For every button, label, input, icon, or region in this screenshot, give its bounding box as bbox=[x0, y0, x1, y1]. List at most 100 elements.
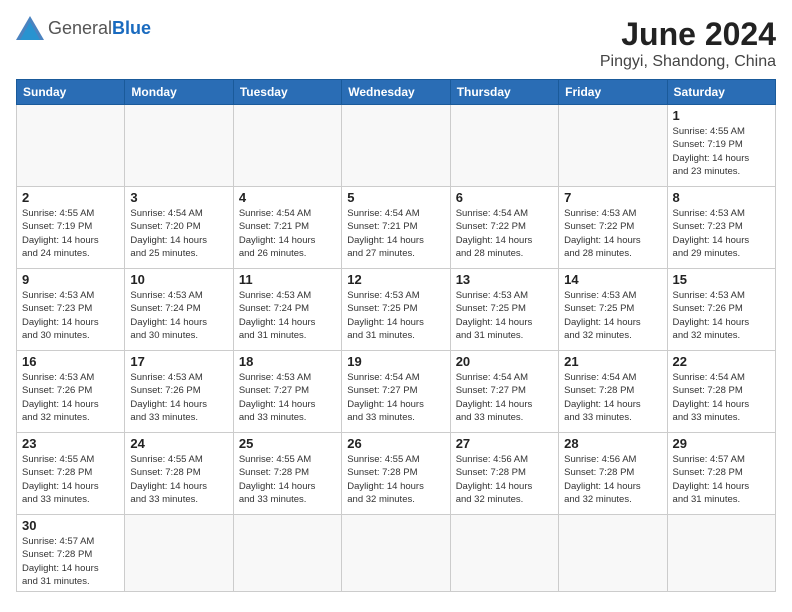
calendar-day bbox=[450, 515, 558, 592]
day-info: Sunrise: 4:55 AM Sunset: 7:28 PM Dayligh… bbox=[130, 453, 227, 506]
calendar-day bbox=[125, 105, 233, 187]
col-thursday: Thursday bbox=[450, 80, 558, 105]
calendar-day: 20 Sunrise: 4:54 AM Sunset: 7:27 PM Dayli… bbox=[450, 351, 558, 433]
calendar-subtitle: Pingyi, Shandong, China bbox=[600, 53, 776, 71]
day-info: Sunrise: 4:55 AM Sunset: 7:28 PM Dayligh… bbox=[22, 453, 119, 506]
calendar-day bbox=[342, 105, 450, 187]
calendar-day: 2 Sunrise: 4:55 AM Sunset: 7:19 PM Daylig… bbox=[17, 187, 125, 269]
calendar-day: 1Sunrise: 4:55 AM Sunset: 7:19 PM Daylig… bbox=[667, 105, 775, 187]
calendar-day: 9Sunrise: 4:53 AM Sunset: 7:23 PM Daylig… bbox=[17, 269, 125, 351]
day-number: 30 bbox=[22, 518, 119, 533]
calendar-day: 24 Sunrise: 4:55 AM Sunset: 7:28 PM Dayli… bbox=[125, 433, 233, 515]
day-info: Sunrise: 4:55 AM Sunset: 7:19 PM Dayligh… bbox=[22, 207, 119, 260]
col-saturday: Saturday bbox=[667, 80, 775, 105]
calendar-day: 15 Sunrise: 4:53 AM Sunset: 7:26 PM Dayli… bbox=[667, 269, 775, 351]
calendar-day: 7Sunrise: 4:53 AM Sunset: 7:22 PM Daylig… bbox=[559, 187, 667, 269]
calendar-day bbox=[233, 105, 341, 187]
calendar-day: 22 Sunrise: 4:54 AM Sunset: 7:28 PM Dayli… bbox=[667, 351, 775, 433]
day-number: 10 bbox=[130, 272, 227, 287]
day-info: Sunrise: 4:53 AM Sunset: 7:24 PM Dayligh… bbox=[239, 289, 336, 342]
logo-icon bbox=[16, 16, 44, 40]
day-info: Sunrise: 4:57 AM Sunset: 7:28 PM Dayligh… bbox=[22, 535, 119, 588]
day-number: 2 bbox=[22, 190, 119, 205]
day-number: 1 bbox=[673, 108, 770, 123]
calendar-day: 8Sunrise: 4:53 AM Sunset: 7:23 PM Daylig… bbox=[667, 187, 775, 269]
calendar-day bbox=[559, 515, 667, 592]
logo-text: GeneralBlue bbox=[48, 19, 151, 37]
calendar-day: 17 Sunrise: 4:53 AM Sunset: 7:26 PM Dayli… bbox=[125, 351, 233, 433]
day-info: Sunrise: 4:53 AM Sunset: 7:27 PM Dayligh… bbox=[239, 371, 336, 424]
calendar-day: 6 Sunrise: 4:54 AM Sunset: 7:22 PM Daylig… bbox=[450, 187, 558, 269]
day-number: 3 bbox=[130, 190, 227, 205]
day-number: 12 bbox=[347, 272, 444, 287]
day-number: 6 bbox=[456, 190, 553, 205]
day-info: Sunrise: 4:53 AM Sunset: 7:26 PM Dayligh… bbox=[673, 289, 770, 342]
logo: GeneralBlue bbox=[16, 16, 151, 40]
col-wednesday: Wednesday bbox=[342, 80, 450, 105]
day-number: 20 bbox=[456, 354, 553, 369]
day-info: Sunrise: 4:53 AM Sunset: 7:23 PM Dayligh… bbox=[673, 207, 770, 260]
day-number: 13 bbox=[456, 272, 553, 287]
calendar-day: 28Sunrise: 4:56 AM Sunset: 7:28 PM Dayli… bbox=[559, 433, 667, 515]
week-row-3: 16 Sunrise: 4:53 AM Sunset: 7:26 PM Dayli… bbox=[17, 351, 776, 433]
day-info: Sunrise: 4:53 AM Sunset: 7:25 PM Dayligh… bbox=[456, 289, 553, 342]
day-number: 5 bbox=[347, 190, 444, 205]
day-info: Sunrise: 4:55 AM Sunset: 7:28 PM Dayligh… bbox=[347, 453, 444, 506]
calendar-day: 30 Sunrise: 4:57 AM Sunset: 7:28 PM Dayli… bbox=[17, 515, 125, 592]
col-monday: Monday bbox=[125, 80, 233, 105]
day-number: 16 bbox=[22, 354, 119, 369]
calendar-day: 3 Sunrise: 4:54 AM Sunset: 7:20 PM Daylig… bbox=[125, 187, 233, 269]
week-row-2: 9Sunrise: 4:53 AM Sunset: 7:23 PM Daylig… bbox=[17, 269, 776, 351]
day-number: 29 bbox=[673, 436, 770, 451]
calendar-day: 10 Sunrise: 4:53 AM Sunset: 7:24 PM Dayli… bbox=[125, 269, 233, 351]
day-number: 19 bbox=[347, 354, 444, 369]
calendar-day: 25Sunrise: 4:55 AM Sunset: 7:28 PM Dayli… bbox=[233, 433, 341, 515]
day-number: 24 bbox=[130, 436, 227, 451]
day-info: Sunrise: 4:54 AM Sunset: 7:20 PM Dayligh… bbox=[130, 207, 227, 260]
day-number: 18 bbox=[239, 354, 336, 369]
calendar-day bbox=[342, 515, 450, 592]
day-info: Sunrise: 4:53 AM Sunset: 7:26 PM Dayligh… bbox=[130, 371, 227, 424]
calendar-table: Sunday Monday Tuesday Wednesday Thursday… bbox=[16, 79, 776, 592]
calendar-day: 27Sunrise: 4:56 AM Sunset: 7:28 PM Dayli… bbox=[450, 433, 558, 515]
title-block: June 2024 Pingyi, Shandong, China bbox=[600, 16, 776, 71]
week-row-5: 30 Sunrise: 4:57 AM Sunset: 7:28 PM Dayli… bbox=[17, 515, 776, 592]
col-tuesday: Tuesday bbox=[233, 80, 341, 105]
calendar-day: 11 Sunrise: 4:53 AM Sunset: 7:24 PM Dayli… bbox=[233, 269, 341, 351]
calendar-day bbox=[559, 105, 667, 187]
day-info: Sunrise: 4:53 AM Sunset: 7:25 PM Dayligh… bbox=[347, 289, 444, 342]
day-info: Sunrise: 4:53 AM Sunset: 7:24 PM Dayligh… bbox=[130, 289, 227, 342]
calendar-day: 29 Sunrise: 4:57 AM Sunset: 7:28 PM Dayli… bbox=[667, 433, 775, 515]
day-info: Sunrise: 4:54 AM Sunset: 7:27 PM Dayligh… bbox=[347, 371, 444, 424]
calendar-day: 4Sunrise: 4:54 AM Sunset: 7:21 PM Daylig… bbox=[233, 187, 341, 269]
day-info: Sunrise: 4:54 AM Sunset: 7:22 PM Dayligh… bbox=[456, 207, 553, 260]
calendar-day: 16 Sunrise: 4:53 AM Sunset: 7:26 PM Dayli… bbox=[17, 351, 125, 433]
logo-general: General bbox=[48, 18, 112, 38]
day-info: Sunrise: 4:54 AM Sunset: 7:28 PM Dayligh… bbox=[673, 371, 770, 424]
day-number: 27 bbox=[456, 436, 553, 451]
logo-blue: Blue bbox=[112, 18, 151, 38]
day-number: 7 bbox=[564, 190, 661, 205]
day-number: 22 bbox=[673, 354, 770, 369]
day-info: Sunrise: 4:53 AM Sunset: 7:25 PM Dayligh… bbox=[564, 289, 661, 342]
day-info: Sunrise: 4:54 AM Sunset: 7:21 PM Dayligh… bbox=[239, 207, 336, 260]
calendar-day bbox=[667, 515, 775, 592]
calendar-day bbox=[450, 105, 558, 187]
day-number: 23 bbox=[22, 436, 119, 451]
day-info: Sunrise: 4:57 AM Sunset: 7:28 PM Dayligh… bbox=[673, 453, 770, 506]
week-row-4: 23 Sunrise: 4:55 AM Sunset: 7:28 PM Dayli… bbox=[17, 433, 776, 515]
calendar-day: 21Sunrise: 4:54 AM Sunset: 7:28 PM Dayli… bbox=[559, 351, 667, 433]
calendar-day: 23 Sunrise: 4:55 AM Sunset: 7:28 PM Dayli… bbox=[17, 433, 125, 515]
day-number: 15 bbox=[673, 272, 770, 287]
calendar-day: 5Sunrise: 4:54 AM Sunset: 7:21 PM Daylig… bbox=[342, 187, 450, 269]
day-number: 17 bbox=[130, 354, 227, 369]
week-row-1: 2 Sunrise: 4:55 AM Sunset: 7:19 PM Daylig… bbox=[17, 187, 776, 269]
day-info: Sunrise: 4:53 AM Sunset: 7:23 PM Dayligh… bbox=[22, 289, 119, 342]
day-number: 11 bbox=[239, 272, 336, 287]
day-info: Sunrise: 4:53 AM Sunset: 7:26 PM Dayligh… bbox=[22, 371, 119, 424]
week-row-0: 1Sunrise: 4:55 AM Sunset: 7:19 PM Daylig… bbox=[17, 105, 776, 187]
day-info: Sunrise: 4:54 AM Sunset: 7:27 PM Dayligh… bbox=[456, 371, 553, 424]
header: GeneralBlue June 2024 Pingyi, Shandong, … bbox=[16, 16, 776, 71]
calendar-day bbox=[17, 105, 125, 187]
calendar-title: June 2024 bbox=[600, 16, 776, 53]
